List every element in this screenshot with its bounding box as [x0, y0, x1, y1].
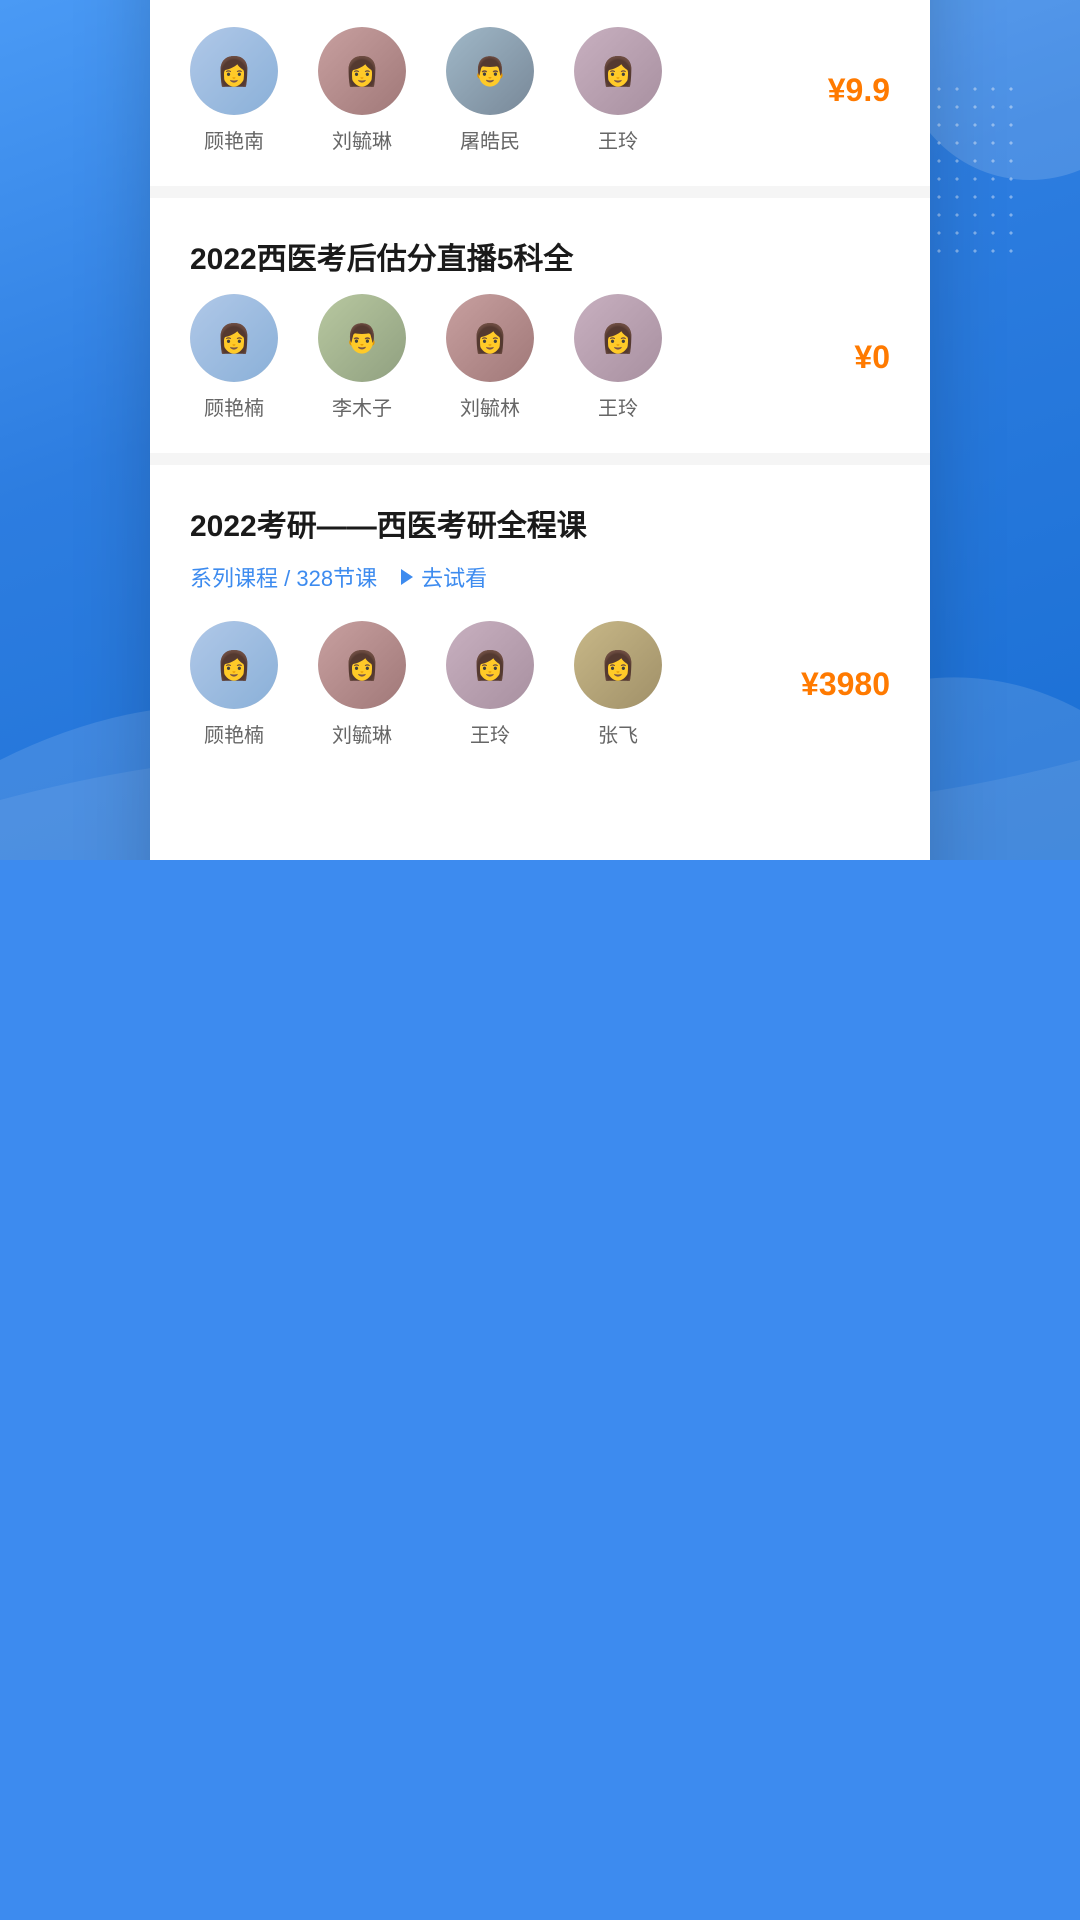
- course-3-type: 系列课程: [190, 566, 278, 591]
- teacher-name: 屠皓民: [460, 125, 520, 154]
- avatar-zhang-fei: 👩: [574, 621, 662, 709]
- bottom-spacer: [150, 780, 930, 860]
- course-2-footer: 👩 顾艳楠 👨 李木子: [190, 294, 890, 421]
- teacher-name: 刘毓琳: [332, 125, 392, 154]
- teacher-item: 👨 屠皓民: [446, 27, 534, 154]
- teacher-item: 👩 刘毓林: [446, 294, 534, 421]
- phone-mockup: HD1HD2 4G 📶 📶 788 B/s 🌐 ⏰ 🔕 87 14:00 全部课…: [150, 0, 930, 860]
- hero-section: 视频课程 匠心原创 录播直播全覆盖，支持离线观看 HD1HD2 4G 📶 📶 7…: [0, 0, 1080, 860]
- course-3-meta-row: 系列课程 / 328节课 去试看: [190, 561, 890, 593]
- course-3-sep: /: [284, 566, 296, 591]
- teacher-name: 李木子: [332, 392, 392, 421]
- teacher-item: 👩 刘毓琳: [318, 621, 406, 748]
- teacher-item: 👩 王玲: [446, 621, 534, 748]
- course-1-teachers: 👩 顾艳南 👩 刘毓琳: [190, 27, 662, 154]
- teacher-name: 刘毓琳: [332, 719, 392, 748]
- teacher-item: 👩 张飞: [574, 621, 662, 748]
- course-3-teachers: 👩 顾艳楠 👩 刘毓琳: [190, 621, 662, 748]
- course-card-3[interactable]: 2022考研——西医考研全程课 系列课程 / 328节课 去试看: [150, 465, 930, 780]
- course-list: 2022考研-聚焦考前3小时 直播课 / 12节课 👩: [150, 0, 930, 780]
- teacher-name: 顾艳楠: [204, 719, 264, 748]
- teacher-item: 👩 顾艳南: [190, 27, 278, 154]
- teacher-item: 👩 王玲: [574, 27, 662, 154]
- try-watch-label: 去试看: [421, 561, 487, 593]
- course-2-teachers: 👩 顾艳楠 👨 李木子: [190, 294, 662, 421]
- teacher-item: 👨 李木子: [318, 294, 406, 421]
- teacher-name: 王玲: [598, 392, 638, 421]
- teacher-name: 顾艳南: [204, 125, 264, 154]
- avatar-liu-yu-lin-3: 👩: [318, 621, 406, 709]
- avatar-liu-yu-lin-2: 👩: [446, 294, 534, 382]
- avatar-gu-yan-nan: 👩: [190, 27, 278, 115]
- avatar-wang-ling-2: 👩: [574, 294, 662, 382]
- course-2-title: 2022西医考后估分直播5科全: [190, 234, 890, 278]
- course-3-title: 2022考研——西医考研全程课: [190, 501, 890, 545]
- teacher-item: 👩 王玲: [574, 294, 662, 421]
- avatar-wang-ling-3: 👩: [446, 621, 534, 709]
- try-watch-button[interactable]: 去试看: [401, 561, 487, 593]
- teacher-name: 王玲: [470, 719, 510, 748]
- teacher-item: 👩 刘毓琳: [318, 27, 406, 154]
- course-card-2[interactable]: 2022西医考后估分直播5科全 👩 顾艳楠: [150, 198, 930, 465]
- avatar-li-mu-zi: 👨: [318, 294, 406, 382]
- course-card-1[interactable]: 2022考研-聚焦考前3小时 直播课 / 12节课 👩: [150, 0, 930, 198]
- course-2-price: ¥0: [854, 339, 890, 376]
- teacher-name: 顾艳楠: [204, 392, 264, 421]
- course-3-price: ¥3980: [801, 666, 890, 703]
- play-icon: [401, 569, 413, 585]
- avatar-gu-yan-nan-2: 👩: [190, 294, 278, 382]
- avatar-gu-yan-nan-3: 👩: [190, 621, 278, 709]
- teacher-item: 👩 顾艳楠: [190, 621, 278, 748]
- bottom-section: [0, 860, 1080, 1920]
- teacher-item: 👩 顾艳楠: [190, 294, 278, 421]
- course-1-price: ¥9.9: [828, 72, 890, 109]
- avatar-tu-hao-min: 👨: [446, 27, 534, 115]
- teacher-name: 张飞: [598, 719, 638, 748]
- course-1-footer: 👩 顾艳南 👩 刘毓琳: [190, 27, 890, 154]
- course-3-meta: 系列课程 / 328节课: [190, 561, 377, 593]
- teacher-name: 刘毓林: [460, 392, 520, 421]
- avatar-liu-yu-lin: 👩: [318, 27, 406, 115]
- avatar-wang-ling: 👩: [574, 27, 662, 115]
- course-3-footer: 👩 顾艳楠 👩 刘毓琳: [190, 621, 890, 748]
- course-3-lessons: 328节课: [296, 566, 377, 591]
- teacher-name: 王玲: [598, 125, 638, 154]
